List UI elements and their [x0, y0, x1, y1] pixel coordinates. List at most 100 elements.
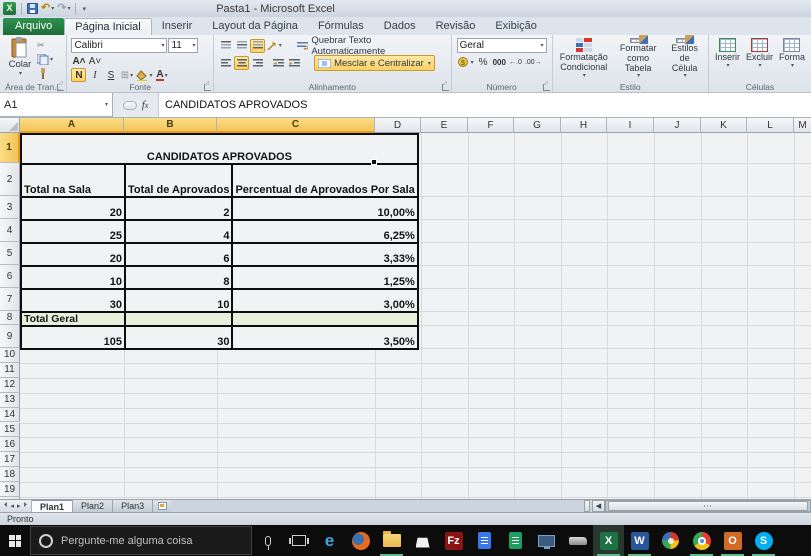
cell-B8[interactable] — [125, 312, 232, 326]
taskbar-icon-file-explorer[interactable] — [376, 525, 407, 556]
last-sheet-icon[interactable]: ⏵ — [24, 502, 28, 510]
grow-font-button[interactable]: A˄ — [71, 54, 86, 68]
cell-C4[interactable]: 6,25% — [232, 220, 417, 243]
row-header-14[interactable]: 14 — [0, 408, 20, 423]
conditional-formatting-button[interactable]: Formatação Condicional▾ — [556, 37, 612, 81]
row-header-13[interactable]: 13 — [0, 393, 20, 408]
tab-split-handle[interactable] — [584, 500, 590, 512]
sheet-tab-plan2[interactable]: Plan2 — [73, 500, 113, 512]
number-format-combo[interactable]: Geral▾ — [457, 38, 547, 53]
row-header-16[interactable]: 16 — [0, 437, 20, 452]
format-painter-button[interactable] — [37, 67, 53, 79]
start-button[interactable] — [0, 525, 30, 556]
cell-A7[interactable]: 30 — [21, 289, 125, 312]
tab-fórmulas[interactable]: Fórmulas — [308, 18, 374, 35]
tab-exibição[interactable]: Exibição — [485, 18, 547, 35]
cell-B4[interactable]: 4 — [125, 220, 232, 243]
align-center-button[interactable] — [234, 56, 249, 70]
taskbar-icon-excel[interactable]: X — [593, 525, 624, 556]
increase-decimal-button[interactable]: ←.0 — [508, 55, 523, 69]
cut-button[interactable]: ✂ — [37, 39, 53, 51]
row-header-4[interactable]: 4 — [0, 219, 20, 242]
column-header-C[interactable]: C — [217, 118, 375, 133]
column-header-H[interactable]: H — [561, 118, 607, 133]
cell-B6[interactable]: 8 — [125, 266, 232, 289]
copy-button[interactable]: ▾ — [37, 53, 53, 65]
format-cells-button[interactable]: Forma▾ — [776, 37, 808, 81]
column-header-J[interactable]: J — [654, 118, 701, 133]
cell-A8-total-label[interactable]: Total Geral — [21, 312, 125, 326]
taskbar-icon-edge[interactable]: e — [314, 525, 345, 556]
number-dialog-launcher[interactable] — [543, 84, 550, 91]
decrease-decimal-button[interactable]: .00→ — [524, 55, 543, 69]
sheet-nav-buttons[interactable]: ⏴◂▸⏵ — [0, 500, 32, 512]
row-header-17[interactable]: 17 — [0, 452, 20, 467]
hscroll-thumb[interactable] — [608, 501, 808, 511]
cell-B9[interactable]: 30 — [125, 326, 232, 349]
cell-A5[interactable]: 20 — [21, 243, 125, 266]
font-color-button[interactable]: A▾ — [154, 68, 169, 82]
task-view-button[interactable] — [283, 525, 314, 556]
row-header-5[interactable]: 5 — [0, 242, 20, 265]
name-box[interactable]: A1▾ — [0, 93, 113, 117]
align-bottom-button[interactable] — [250, 39, 265, 53]
tab-inserir[interactable]: Inserir — [152, 18, 203, 35]
cell-C8[interactable] — [232, 312, 417, 326]
row-header-7[interactable]: 7 — [0, 288, 20, 311]
select-all-corner[interactable] — [0, 118, 20, 133]
taskbar-icon-chrome[interactable] — [686, 525, 717, 556]
orientation-button[interactable]: ▾ — [266, 39, 283, 53]
column-header-B[interactable]: B — [124, 118, 217, 133]
column-header-I[interactable]: I — [607, 118, 654, 133]
borders-button[interactable]: ⊞▾ — [119, 68, 134, 82]
column-header-M[interactable]: M — [794, 118, 811, 133]
align-top-button[interactable] — [218, 39, 233, 53]
taskbar-icon-google-docs[interactable] — [469, 525, 500, 556]
alignment-dialog-launcher[interactable] — [442, 84, 449, 91]
bold-button[interactable]: N — [71, 68, 86, 82]
cell-A9[interactable]: 105 — [21, 326, 125, 349]
hscroll-left-button[interactable]: ◀ — [592, 500, 605, 512]
fill-color-button[interactable]: ▾ — [135, 68, 153, 82]
align-left-button[interactable] — [218, 56, 233, 70]
column-header-L[interactable]: L — [747, 118, 794, 133]
row-header-6[interactable]: 6 — [0, 265, 20, 288]
row-header-10[interactable]: 10 — [0, 348, 20, 363]
taskbar-icon-filezilla[interactable]: Fz — [438, 525, 469, 556]
row-header-9[interactable]: 9 — [0, 325, 20, 348]
cell-C6[interactable]: 1,25% — [232, 266, 417, 289]
shrink-font-button[interactable]: A˅ — [88, 54, 103, 68]
column-header-D[interactable]: D — [375, 118, 421, 133]
row-header-1[interactable]: 1 — [0, 133, 20, 163]
wrap-text-button[interactable]: Quebrar Texto Automaticamente — [295, 38, 447, 53]
taskbar-icon-outlook[interactable]: O — [717, 525, 748, 556]
taskbar-icon-scanner[interactable] — [562, 525, 593, 556]
align-right-button[interactable] — [250, 56, 265, 70]
comma-style-button[interactable]: 000 — [492, 55, 507, 69]
horizontal-scrollbar[interactable] — [605, 500, 811, 512]
align-middle-button[interactable] — [234, 39, 249, 53]
tab-arquivo[interactable]: Arquivo — [3, 18, 64, 35]
font-dialog-launcher[interactable] — [204, 84, 211, 91]
column-header-E[interactable]: E — [421, 118, 468, 133]
next-sheet-icon[interactable]: ▸ — [17, 502, 21, 510]
cell-B7[interactable]: 10 — [125, 289, 232, 312]
cell-A3[interactable]: 20 — [21, 197, 125, 220]
cell-header-C2[interactable]: Percentual de Aprovados Por Sala — [232, 164, 417, 197]
percent-style-button[interactable]: % — [476, 55, 491, 69]
decrease-indent-button[interactable] — [271, 56, 286, 70]
row-header-2[interactable]: 2 — [0, 163, 20, 196]
taskbar-icon-word[interactable]: W — [624, 525, 655, 556]
cell-A1-title[interactable]: CANDIDATOS APROVADOS — [21, 134, 418, 164]
accounting-format-button[interactable]: $▾ — [457, 55, 475, 69]
tab-revisão[interactable]: Revisão — [426, 18, 486, 35]
font-name-combo[interactable]: Calibri▾ — [71, 38, 167, 53]
tab-dados[interactable]: Dados — [374, 18, 426, 35]
underline-button[interactable]: S — [103, 68, 118, 82]
cell-A4[interactable]: 25 — [21, 220, 125, 243]
sheet-tab-plan1[interactable]: Plan1 — [32, 500, 73, 512]
column-header-K[interactable]: K — [701, 118, 747, 133]
format-as-table-button[interactable]: Formatar como Tabela▾ — [612, 37, 664, 81]
font-size-combo[interactable]: 11▾ — [168, 38, 198, 53]
prev-sheet-icon[interactable]: ◂ — [11, 502, 15, 510]
